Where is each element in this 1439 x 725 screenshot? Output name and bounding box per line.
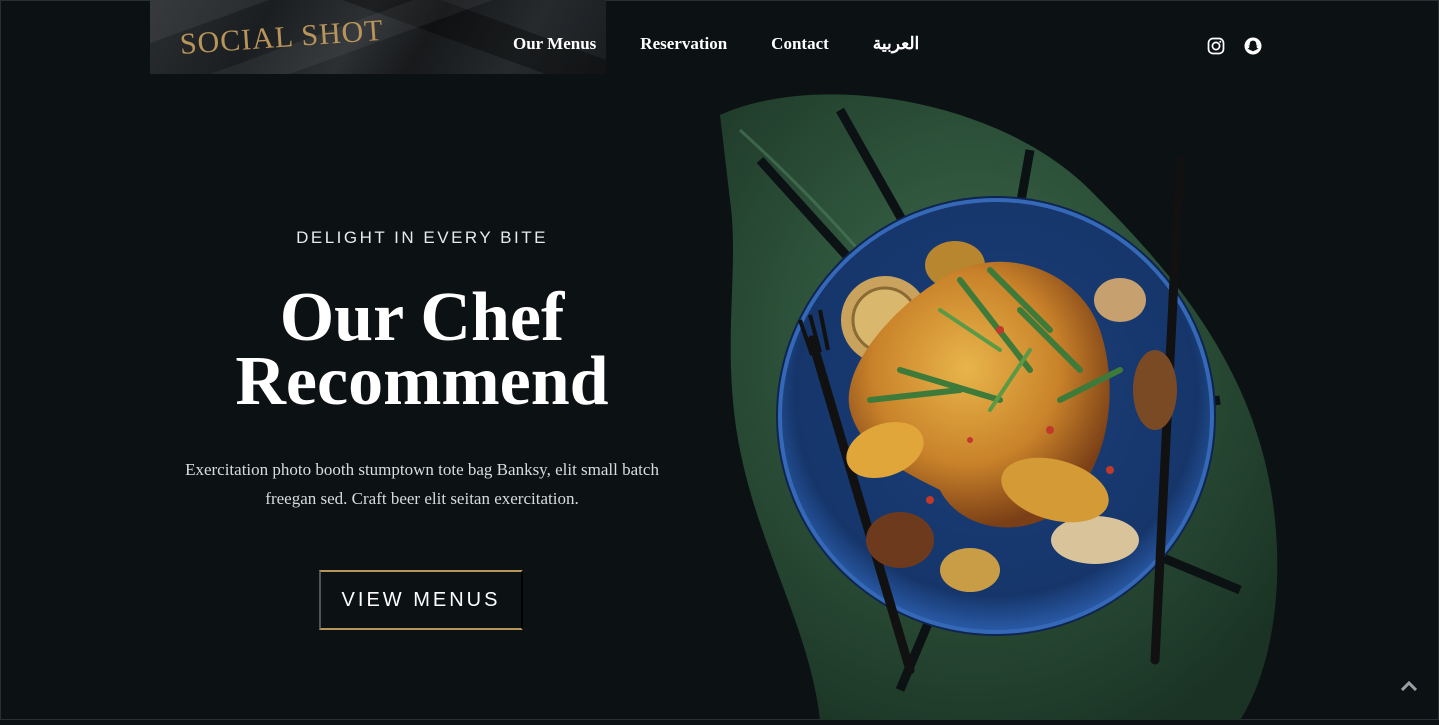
nav-item-contact[interactable]: Contact <box>771 34 829 54</box>
social-links <box>1207 37 1262 55</box>
hero-eyebrow: DELIGHT IN EVERY BITE <box>296 228 548 247</box>
logo-text: SOCIAL SHOT <box>178 13 385 61</box>
hero-food-image <box>700 70 1300 720</box>
scroll-to-top-button[interactable] <box>1398 676 1420 696</box>
main-nav: Our Menus Reservation Contact العربية <box>513 34 963 54</box>
chevron-up-icon <box>1401 681 1417 691</box>
nav-item-our-menus[interactable]: Our Menus <box>513 34 596 54</box>
nav-item-arabic[interactable]: العربية <box>873 34 919 54</box>
hero-title-line2: Recommend <box>235 343 609 420</box>
hero-title: Our Chef Recommend <box>150 283 694 417</box>
hero-description: Exercitation photo booth stumptown tote … <box>185 460 659 508</box>
view-menus-button[interactable]: VIEW MENUS <box>319 570 523 630</box>
nav-item-reservation[interactable]: Reservation <box>640 34 727 54</box>
snapchat-icon[interactable] <box>1244 37 1262 55</box>
instagram-icon[interactable] <box>1207 37 1225 55</box>
